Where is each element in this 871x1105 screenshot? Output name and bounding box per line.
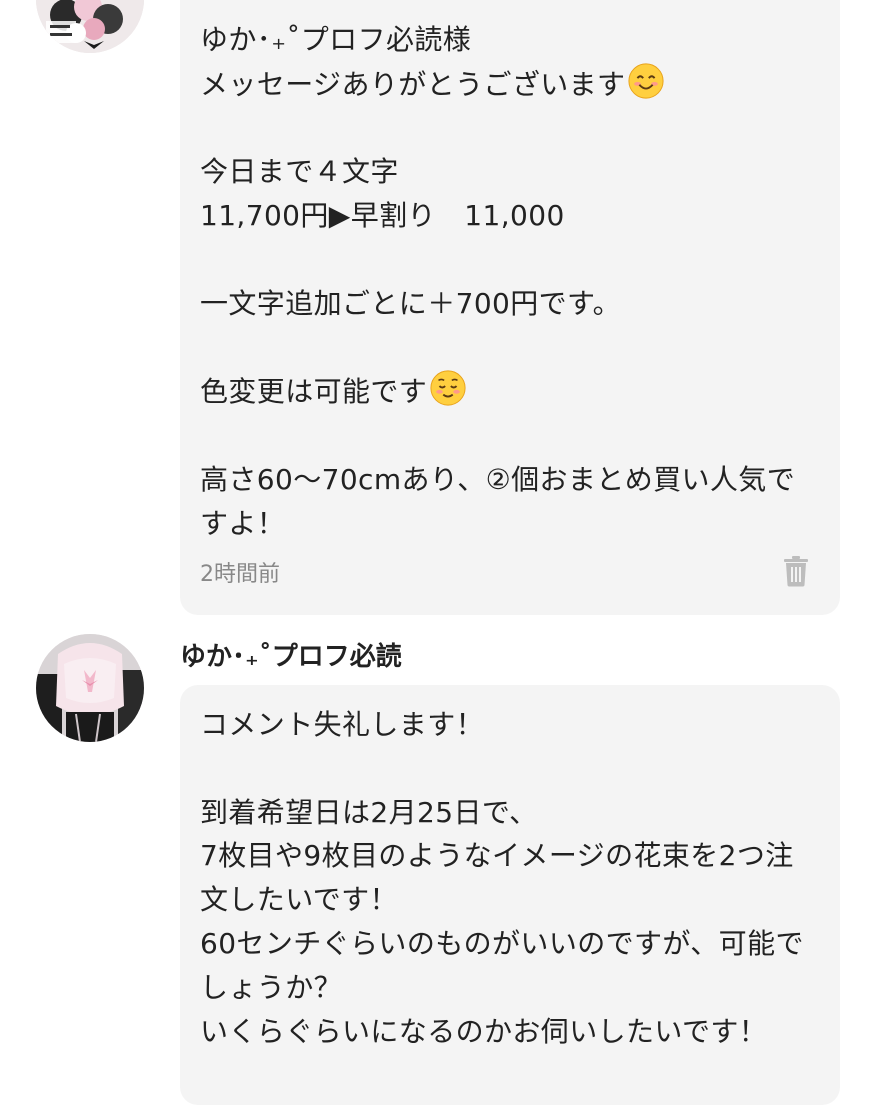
trash-icon[interactable] — [782, 555, 810, 587]
message-timestamp: 2時間前 — [200, 562, 280, 587]
shop-avatar[interactable] — [36, 0, 144, 53]
relieved-smile-icon — [430, 370, 466, 406]
user-avatar-image — [36, 634, 144, 742]
message-text: コメント失礼します！ 到着希望日は2月25日で、 7枚目や9枚目のようなイメージ… — [200, 708, 804, 1048]
smiling-face-icon — [628, 63, 665, 99]
message-bubble: ゆか･₊˚プロフ必読様 メッセージありがとうございます 今日まで４文字 11,7… — [180, 0, 840, 615]
comment-author-name[interactable]: ゆか･₊˚プロフ必読 — [180, 636, 402, 673]
message-bubble: コメント失礼します！ 到着希望日は2月25日で、 7枚目や9枚目のようなイメージ… — [180, 685, 840, 1105]
bouquet-avatar-image — [36, 0, 144, 53]
message-text: ゆか･₊˚プロフ必読様 メッセージありがとうございます 今日まで４文字 11,7… — [200, 23, 796, 540]
user-avatar[interactable] — [36, 634, 144, 742]
